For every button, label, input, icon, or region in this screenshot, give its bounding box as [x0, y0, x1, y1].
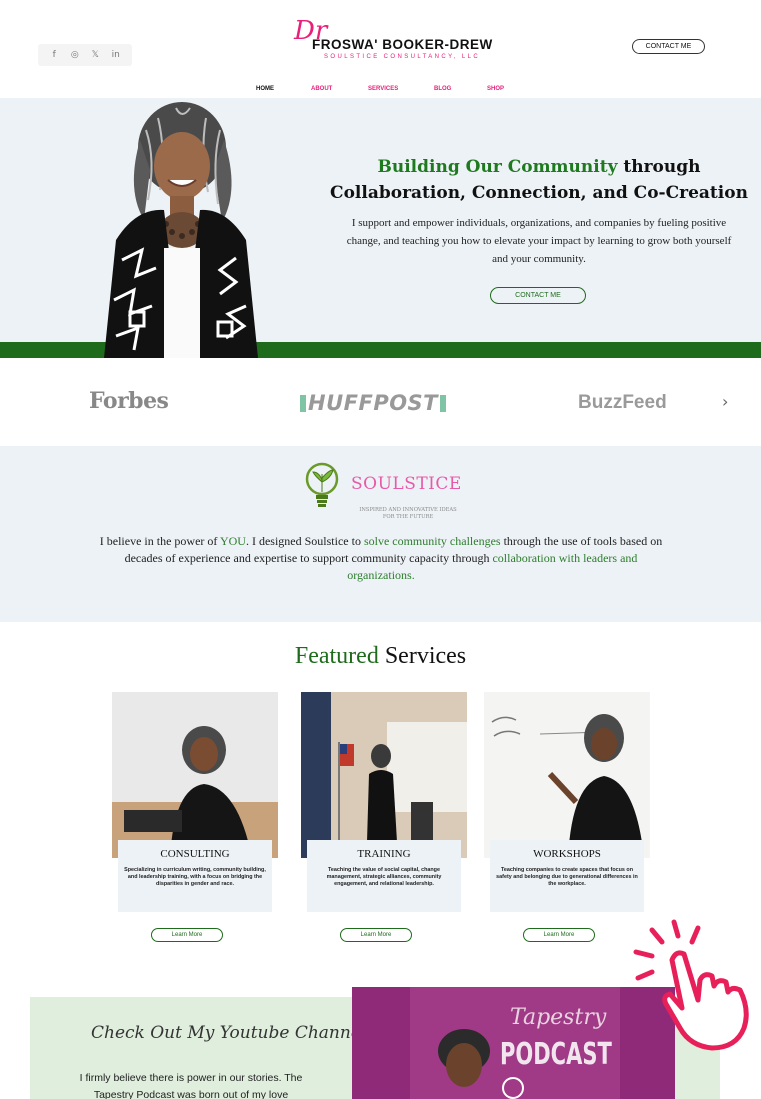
statement-part: . I designed Soulstice to: [245, 534, 364, 548]
featured-services-heading: Featured Services: [0, 643, 761, 670]
x-icon[interactable]: 𝕏: [88, 50, 102, 60]
soulstice-wordmark: SOULSTICE: [351, 474, 462, 494]
hero-description: I support and empower individuals, organ…: [346, 217, 732, 265]
social-links: f ◎ 𝕏 in: [38, 44, 132, 66]
contact-me-button-hero[interactable]: CONTACT ME: [490, 287, 586, 304]
workshops-photo: [484, 692, 650, 858]
youtube-description: I firmly believe there is power in our s…: [79, 1072, 303, 1099]
carousel-next-icon[interactable]: ›: [722, 392, 728, 411]
youtube-heading: Check Out My Youtube Channel: [91, 1023, 367, 1043]
learn-more-button[interactable]: Learn More: [523, 928, 595, 942]
facebook-icon[interactable]: f: [47, 50, 61, 60]
learn-more-button[interactable]: Learn More: [151, 928, 223, 942]
instagram-icon[interactable]: ◎: [68, 50, 82, 60]
podcast-title-bold: PODCAST: [500, 1037, 612, 1072]
soulstice-tagline: INSPIRED AND INNOVATIVE IDEAS FOR THE FU…: [359, 507, 457, 520]
service-description: Specializing in curriculum writing, comm…: [124, 867, 266, 887]
nav-services[interactable]: SERVICES: [368, 86, 398, 92]
lightbulb-icon: [305, 462, 339, 507]
statement-part: I believe in the power of: [99, 534, 220, 548]
play-icon[interactable]: [502, 1077, 524, 1099]
huffpost-logo: HUFFPOST: [298, 391, 448, 415]
buzzfeed-logo: BuzzFeed: [578, 392, 667, 413]
service-description: Teaching companies to create spaces that…: [496, 867, 638, 887]
service-card-box: WORKSHOPS Teaching companies to create s…: [490, 840, 644, 912]
hero-title: Building Our Community through Collabora…: [330, 154, 748, 206]
podcast-host-image: [438, 1029, 490, 1087]
service-card-box: TRAINING Teaching the value of social ca…: [307, 840, 461, 912]
nav-shop[interactable]: SHOP: [487, 86, 504, 92]
nav-about[interactable]: ABOUT: [311, 86, 332, 92]
soulstice-statement: I believe in the power of YOU. I designe…: [96, 533, 666, 584]
hero-title-highlight: Building Our Community: [377, 157, 618, 177]
service-card-box: CONSULTING Specializing in curriculum wr…: [118, 840, 272, 912]
logo-name: FROSWA' BOOKER-DREW: [312, 37, 493, 52]
consulting-photo: [112, 692, 278, 858]
learn-more-button[interactable]: Learn More: [340, 928, 412, 942]
huffpost-logo-text: HUFFPOST: [308, 391, 439, 415]
statement-highlight-you: YOU: [219, 534, 246, 548]
soulstice-section: SOULSTICE INSPIRED AND INNOVATIVE IDEAS …: [0, 446, 761, 622]
pointing-hand-icon: [633, 919, 749, 1051]
training-photo: [301, 692, 467, 858]
podcast-title-script: Tapestry: [510, 1005, 607, 1030]
press-logos-strip: Forbes HUFFPOST BuzzFeed ›: [0, 358, 761, 446]
podcast-video[interactable]: Tapestry PODCAST: [352, 987, 675, 1099]
nav-home[interactable]: HOME: [256, 86, 274, 92]
site-header: f ◎ 𝕏 in Dr FROSWA' BOOKER-DREW SOULSTIC…: [0, 0, 761, 98]
heading-rest: Services: [378, 643, 467, 669]
service-title: TRAINING: [357, 848, 411, 860]
service-title: WORKSHOPS: [533, 848, 601, 860]
main-nav: HOME ABOUT SERVICES BLOG SHOP: [0, 86, 761, 96]
soulstice-logo: SOULSTICE INSPIRED AND INNOVATIVE IDEAS …: [305, 462, 465, 520]
heading-highlight: Featured: [294, 643, 379, 669]
contact-me-button-header[interactable]: CONTACT ME: [632, 39, 705, 54]
hero-portrait-image: [104, 102, 258, 358]
hero-title-line2: Collaboration, Connection, and Co-Creati…: [330, 183, 748, 203]
logo-subtitle: SOULSTICE CONSULTANCY, LLC: [324, 54, 481, 60]
site-logo[interactable]: Dr FROSWA' BOOKER-DREW SOULSTICE CONSULT…: [290, 16, 500, 64]
forbes-logo: Forbes: [89, 388, 169, 414]
nav-blog[interactable]: BLOG: [434, 86, 451, 92]
service-title: CONSULTING: [160, 848, 230, 860]
hero-title-rest: through: [617, 157, 701, 177]
service-description: Teaching the value of social capital, ch…: [326, 867, 442, 887]
statement-highlight-challenges: solve community challenges: [363, 534, 501, 548]
linkedin-icon[interactable]: in: [109, 50, 123, 60]
